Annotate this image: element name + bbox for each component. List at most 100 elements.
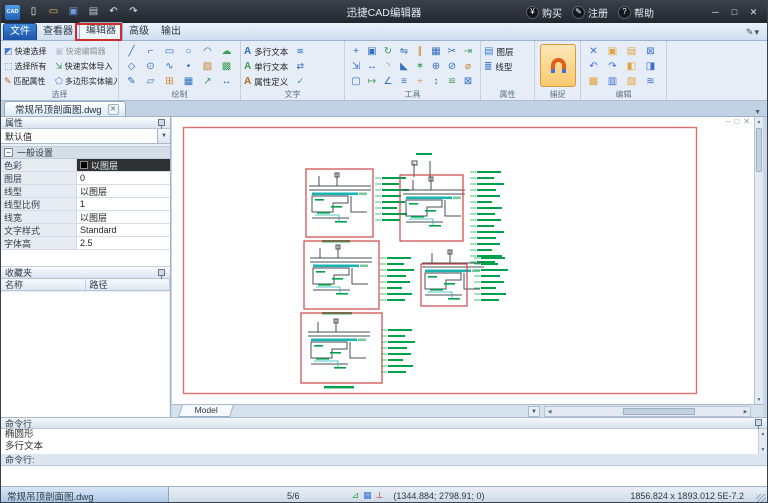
linetype-manager-button[interactable]: ≣线型 (484, 59, 532, 74)
preset-dropdown[interactable]: 默认值 ▼ (1, 129, 170, 144)
property-value[interactable]: 以图层 (77, 185, 170, 197)
register-button[interactable]: ✎注册 (572, 4, 608, 20)
buy-button[interactable]: ¥购买 (526, 4, 562, 20)
property-value[interactable]: 2.5 (77, 237, 170, 249)
attribute-define-button[interactable]: A属性定义 (244, 74, 288, 89)
property-value[interactable]: 0 (77, 172, 170, 184)
angle-icon[interactable]: ∠ (380, 74, 396, 89)
model-tab[interactable]: Model (178, 405, 234, 417)
join-icon[interactable]: ⊕ (428, 59, 444, 74)
line-icon[interactable]: ╱ (122, 44, 141, 59)
snap-status-icon[interactable]: ⊿ (352, 490, 360, 502)
leader-icon[interactable]: ↗ (198, 74, 217, 89)
undo-edit-icon[interactable]: ↶ (584, 59, 603, 74)
dimension-icon[interactable]: ↔ (217, 74, 236, 89)
explode-icon[interactable]: ✶ (412, 59, 428, 74)
select-all[interactable]: ⬚选择所有 (4, 59, 54, 74)
copy-icon[interactable]: ▣ (364, 44, 380, 59)
region-icon[interactable]: ▱ (141, 74, 160, 89)
resize-grip[interactable] (756, 494, 766, 503)
circle-icon[interactable]: ○ (179, 44, 198, 59)
rectangle-icon[interactable]: ▭ (160, 44, 179, 59)
paste-icon[interactable]: ▤ (622, 44, 641, 59)
text-style-icon[interactable]: ≋ (292, 44, 308, 59)
favorites-list[interactable] (1, 292, 169, 417)
trim-icon[interactable]: ✂ (444, 44, 460, 59)
command-input[interactable] (1, 466, 767, 486)
horizontal-scrollbar[interactable]: ◀ ▶ (544, 406, 751, 417)
stretch-icon[interactable]: ↔ (364, 59, 380, 74)
find-replace-icon[interactable]: ⇄ (292, 59, 308, 74)
extend-icon[interactable]: ⇥ (460, 44, 476, 59)
snap-toggle-button[interactable] (540, 44, 576, 87)
collapse-icon[interactable]: − (4, 148, 13, 157)
document-close-icon[interactable]: ✕ (108, 104, 119, 115)
fillet-icon[interactable]: ◝ (380, 59, 396, 74)
array-icon[interactable]: ▦ (428, 44, 444, 59)
single-text-button[interactable]: A单行文本 (244, 59, 288, 74)
mdi-restore-icon[interactable]: □ (734, 117, 739, 127)
edit-right-icon[interactable]: ◨ (641, 59, 660, 74)
tab-list-dropdown[interactable]: ▼ (754, 109, 761, 116)
horizontal-scroll-thumb[interactable] (623, 408, 695, 415)
scroll-up-icon[interactable]: ▲ (755, 117, 763, 126)
mtext-button[interactable]: A多行文本 (244, 44, 288, 59)
close-button[interactable]: ✕ (744, 4, 763, 20)
align-icon[interactable]: ≌ (444, 74, 460, 89)
edit-grid-icon[interactable]: ▥ (603, 74, 622, 89)
property-value[interactable]: 1 (77, 198, 170, 210)
maximize-button[interactable]: □ (725, 4, 744, 20)
ellipse-icon[interactable]: ⊙ (141, 59, 160, 74)
edit-hatch-icon[interactable]: ▧ (622, 74, 641, 89)
toolbar-options-button[interactable]: ✎ ▾ (746, 24, 759, 40)
help-button[interactable]: ?帮助 (618, 4, 654, 20)
lengthen-icon[interactable]: ↕ (428, 74, 444, 89)
spline-icon[interactable]: ∿ (160, 59, 179, 74)
mirror-icon[interactable]: ⇋ (396, 44, 412, 59)
scroll-left-icon[interactable]: ◀ (545, 407, 554, 416)
area-icon[interactable]: ▢ (348, 74, 364, 89)
mdi-minimize-icon[interactable]: – (726, 117, 730, 127)
distance-icon[interactable]: ↦ (364, 74, 380, 89)
delete-icon[interactable]: ⊠ (641, 44, 660, 59)
minimize-button[interactable]: ─ (706, 4, 725, 20)
pin-icon[interactable] (157, 268, 166, 278)
polyline-icon[interactable]: ⌐ (141, 44, 160, 59)
vertical-scrollbar[interactable]: ▲ ▼ (754, 117, 763, 404)
chevron-down-icon[interactable]: ▼ (157, 129, 170, 143)
divide-icon[interactable]: ÷ (412, 74, 428, 89)
redo-edit-icon[interactable]: ↷ (603, 59, 622, 74)
tab-file[interactable]: 文件 (3, 23, 37, 40)
move-icon[interactable]: + (348, 44, 364, 59)
match-properties[interactable]: ✎匹配属性 (4, 74, 54, 89)
rotate-icon[interactable]: ↻ (380, 44, 396, 59)
save-icon[interactable]: ▣ (65, 4, 82, 20)
drawing-canvas[interactable]: – □ ✕ (172, 117, 754, 404)
print-icon[interactable]: ▤ (85, 4, 102, 20)
edit-waves-icon[interactable]: ≋ (641, 74, 660, 89)
offset-icon[interactable]: ∥ (412, 44, 428, 59)
favorites-col-path[interactable]: 路径 (86, 279, 171, 290)
quick-select[interactable]: ◩快速选择 (4, 44, 54, 59)
sketch-icon[interactable]: ✎ (122, 74, 141, 89)
property-value[interactable]: 以图层 (77, 211, 170, 223)
document-tab[interactable]: 常规吊顶剖面图.dwg ✕ (4, 101, 126, 116)
insert-block-icon[interactable]: ⊞ (160, 74, 179, 89)
layout-list-dropdown[interactable]: ▼ (528, 406, 540, 417)
copy-clip-icon[interactable]: ▣ (603, 44, 622, 59)
redo-icon[interactable]: ↷ (125, 4, 142, 20)
chamfer-icon[interactable]: ◣ (396, 59, 412, 74)
ortho-status-icon[interactable]: ⊥ (376, 490, 384, 502)
property-value[interactable]: Standard (77, 224, 170, 236)
pin-icon[interactable] (754, 418, 763, 428)
layer-manager-button[interactable]: ▤图层 (484, 44, 532, 59)
undo-icon[interactable]: ↶ (105, 4, 122, 20)
favorites-col-name[interactable]: 名称 (1, 279, 86, 290)
scroll-down-icon[interactable]: ▼ (755, 395, 763, 404)
spell-check-icon[interactable]: ✓ (292, 74, 308, 89)
new-file-icon[interactable]: ▯ (25, 4, 42, 20)
mdi-close-icon[interactable]: ✕ (743, 117, 750, 127)
erase-icon[interactable]: ⊠ (460, 74, 476, 89)
vertical-scroll-thumb[interactable] (756, 128, 762, 172)
tab-viewer[interactable]: 查看器 (37, 24, 79, 40)
